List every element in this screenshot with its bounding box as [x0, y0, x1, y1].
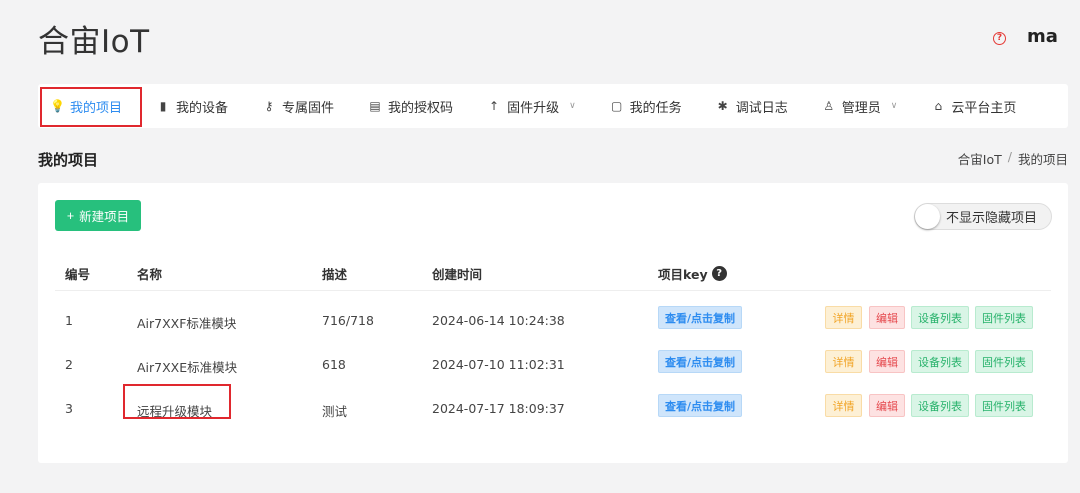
arrow-up-icon: ↑	[489, 99, 500, 113]
nav-item-label: 我的任务	[629, 100, 682, 116]
firmware-list-button[interactable]: 固件列表	[975, 394, 1033, 417]
device-list-button[interactable]: 设备列表	[911, 350, 969, 373]
cell-name: Air7XXF标准模块	[137, 316, 237, 331]
key-icon: ⚷	[264, 99, 274, 113]
nav-item-label: 管理员	[841, 100, 881, 116]
nav-item-label: 我的授权码	[388, 100, 454, 116]
cell-created: 2024-06-14 10:24:38	[432, 313, 565, 328]
table-row: 1 Air7XXF标准模块 716/718 2024-06-14 10:24:38 查看…	[38, 306, 1068, 336]
column-header-name: 名称	[137, 267, 163, 282]
lightbulb-icon: 💡	[50, 99, 65, 113]
device-list-button[interactable]: 设备列表	[911, 394, 969, 417]
cell-id: 1	[65, 313, 73, 328]
question-circle-icon[interactable]: ?	[993, 32, 1006, 45]
page-title: 我的项目	[38, 151, 99, 169]
cell-desc: 测试	[322, 404, 348, 419]
hide-hidden-projects-toggle[interactable]: 不显示隐藏项目	[914, 203, 1052, 230]
nav-item-label: 我的项目	[70, 100, 123, 116]
edit-button[interactable]: 编辑	[869, 306, 905, 329]
column-header-desc: 描述	[322, 267, 348, 282]
nav-item-5[interactable]: ▢ 我的任务	[610, 84, 682, 128]
firmware-list-button[interactable]: 固件列表	[975, 350, 1033, 373]
help-circle-icon[interactable]: ?	[711, 266, 727, 281]
detail-button[interactable]: 详情	[825, 394, 862, 417]
new-project-label: 新建项目	[79, 210, 130, 224]
chevron-down-icon: ∨	[569, 101, 576, 111]
cell-id: 2	[65, 357, 73, 372]
nav-item-label: 专属固件	[282, 100, 335, 116]
plus-icon: +	[66, 208, 75, 223]
device-list-button[interactable]: 设备列表	[911, 306, 969, 329]
firmware-list-button[interactable]: 固件列表	[975, 306, 1033, 329]
cell-id: 3	[65, 401, 73, 416]
top-nav: 💡 我的项目 ▮ 我的设备 ⚷ 专属固件 ▤ 我的授权码 ↑ 固件升级 ∨ ▢ 我的任务 ✱ 调试日志 ♙ 管理…	[38, 84, 1068, 128]
column-header-id: 编号	[65, 267, 91, 282]
nav-item-label: 我的设备	[176, 100, 229, 116]
highlight-box	[123, 384, 231, 419]
edit-button[interactable]: 编辑	[869, 350, 905, 373]
nav-item-label: 云平台主页	[951, 100, 1017, 116]
detail-button[interactable]: 详情	[825, 350, 862, 373]
detail-button[interactable]: 详情	[825, 306, 862, 329]
edit-button[interactable]: 编辑	[869, 394, 905, 417]
calendar-icon: ▢	[611, 99, 623, 113]
nav-item-6[interactable]: ✱ 调试日志	[716, 84, 788, 128]
chevron-down-icon: ∨	[890, 101, 898, 111]
nav-item-1[interactable]: ▮ 我的设备	[156, 84, 228, 128]
nav-item-0[interactable]: 💡 我的项目	[39, 84, 143, 128]
view-key-button[interactable]: 查看/点击复制	[658, 394, 742, 417]
cell-name: Air7XXE标准模块	[137, 360, 238, 375]
view-key-button[interactable]: 查看/点击复制	[658, 306, 742, 329]
new-project-button[interactable]: + 新建项目	[55, 200, 141, 231]
header-divider	[55, 290, 1051, 291]
cell-created: 2024-07-10 11:02:31	[432, 357, 565, 372]
column-header-created: 创建时间	[432, 267, 483, 282]
nav-item-2[interactable]: ⚷ 专属固件	[262, 84, 334, 128]
column-header-key: 项目key ?	[658, 264, 727, 283]
cell-desc: 618	[322, 357, 346, 372]
home-icon: ⌂	[934, 99, 943, 113]
barcode-icon: ▤	[369, 99, 381, 113]
breadcrumb: 合宙IoT / 我的项目	[958, 149, 1068, 168]
nav-item-3[interactable]: ▤ 我的授权码	[368, 84, 453, 128]
brand-title: 合宙IoT	[38, 24, 150, 60]
bug-icon: ✱	[717, 99, 728, 113]
cell-created: 2024-07-17 18:09:37	[432, 401, 565, 416]
table-row: 3 远程升级模块 测试 2024-07-17 18:09:37 查看/点击复制 详情 编辑设…	[38, 384, 1068, 424]
chip-icon: ▮	[159, 99, 167, 113]
toggle-knob	[915, 204, 940, 229]
user-icon: ♙	[823, 99, 835, 113]
toggle-label: 不显示隐藏项目	[946, 211, 1038, 226]
breadcrumb-separator: /	[1007, 149, 1012, 164]
nav-item-label: 调试日志	[735, 100, 788, 116]
view-key-button[interactable]: 查看/点击复制	[658, 350, 742, 373]
nav-item-4[interactable]: ↑ 固件升级 ∨	[487, 84, 576, 128]
cell-desc: 716/718	[322, 313, 374, 328]
nav-item-7[interactable]: ♙ 管理员 ∨	[822, 84, 898, 128]
table-row: 2 Air7XXE标准模块 618 2024-07-10 11:02:31 查看/点击复…	[38, 350, 1068, 380]
project-card: + 新建项目 不显示隐藏项目 编号 名称 描述 创建时间 项目key ? 1 Ai…	[38, 183, 1068, 463]
nav-item-label: 固件升级	[507, 100, 560, 116]
column-header-key-label: 项目key	[658, 267, 708, 282]
nav-item-8[interactable]: ⌂ 云平台主页	[931, 84, 1017, 128]
breadcrumb-current: 我的项目	[1017, 152, 1068, 167]
breadcrumb-home[interactable]: 合宙IoT	[958, 149, 1002, 168]
username[interactable]: ma	[1027, 26, 1058, 47]
